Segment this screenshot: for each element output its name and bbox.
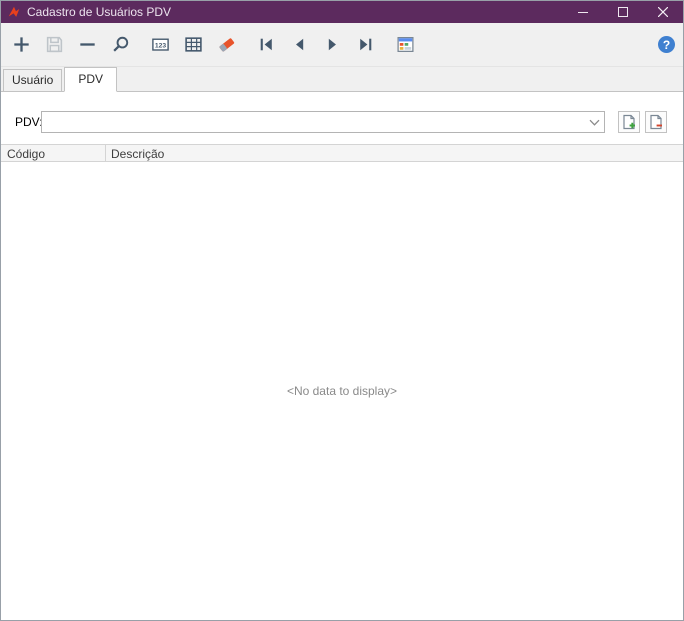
svg-text:123: 123 <box>154 42 166 49</box>
pdv-combobox[interactable] <box>41 111 605 133</box>
column-header-descricao[interactable]: Descrição <box>106 145 683 161</box>
tab-usuario[interactable]: Usuário <box>3 69 62 92</box>
tab-content-pdv: PDV: <box>1 91 683 620</box>
tabstrip: Usuário PDV <box>1 67 683 91</box>
chevron-down-icon[interactable] <box>584 119 604 126</box>
help-label: ? <box>663 39 670 51</box>
last-record-button[interactable] <box>350 30 380 60</box>
close-button[interactable] <box>643 1 683 23</box>
maximize-icon <box>618 7 628 17</box>
first-record-icon <box>257 35 276 54</box>
app-window: Cadastro de Usuários PDV <box>0 0 684 621</box>
window-controls <box>563 1 683 23</box>
window-title: Cadastro de Usuários PDV <box>27 5 171 19</box>
record-count-button[interactable]: 123 <box>145 30 175 60</box>
last-record-icon <box>356 35 375 54</box>
pdv-input[interactable] <box>42 112 584 132</box>
eraser-icon <box>217 35 236 54</box>
plus-icon <box>12 35 31 54</box>
pdv-form-row: PDV: <box>15 111 667 133</box>
toolbar: 123 <box>1 23 683 67</box>
add-record-button[interactable] <box>6 30 36 60</box>
grid-view-button[interactable] <box>178 30 208 60</box>
app-logo-icon <box>7 5 21 19</box>
previous-record-button[interactable] <box>284 30 314 60</box>
save-record-button[interactable] <box>39 30 69 60</box>
tab-pdv[interactable]: PDV <box>64 67 117 92</box>
search-icon <box>111 35 130 54</box>
numbers-123-icon: 123 <box>151 35 170 54</box>
column-header-codigo[interactable]: Código <box>1 145 106 161</box>
pdv-label: PDV: <box>15 115 41 129</box>
first-record-button[interactable] <box>251 30 281 60</box>
previous-record-icon <box>290 35 309 54</box>
help-button[interactable]: ? <box>658 36 675 53</box>
grid-body[interactable]: <No data to display> <box>1 162 683 620</box>
minus-icon <box>78 35 97 54</box>
close-icon <box>658 7 668 17</box>
log-grid-icon <box>396 35 415 54</box>
empty-data-message: <No data to display> <box>287 384 397 398</box>
next-record-button[interactable] <box>317 30 347 60</box>
minimize-icon <box>578 7 588 17</box>
pdv-grid: Código Descrição <No data to display> <box>1 144 683 620</box>
minimize-button[interactable] <box>563 1 603 23</box>
delete-record-button[interactable] <box>72 30 102 60</box>
maximize-button[interactable] <box>603 1 643 23</box>
titlebar[interactable]: Cadastro de Usuários PDV <box>1 1 683 23</box>
page-remove-icon <box>648 114 664 130</box>
next-record-icon <box>323 35 342 54</box>
grid-header: Código Descrição <box>1 144 683 162</box>
clear-button[interactable] <box>211 30 241 60</box>
search-button[interactable] <box>105 30 135 60</box>
log-button[interactable] <box>390 30 420 60</box>
add-pdv-button[interactable] <box>618 111 640 133</box>
table-icon <box>184 35 203 54</box>
save-icon <box>45 35 64 54</box>
page-add-icon <box>621 114 637 130</box>
remove-pdv-button[interactable] <box>645 111 667 133</box>
